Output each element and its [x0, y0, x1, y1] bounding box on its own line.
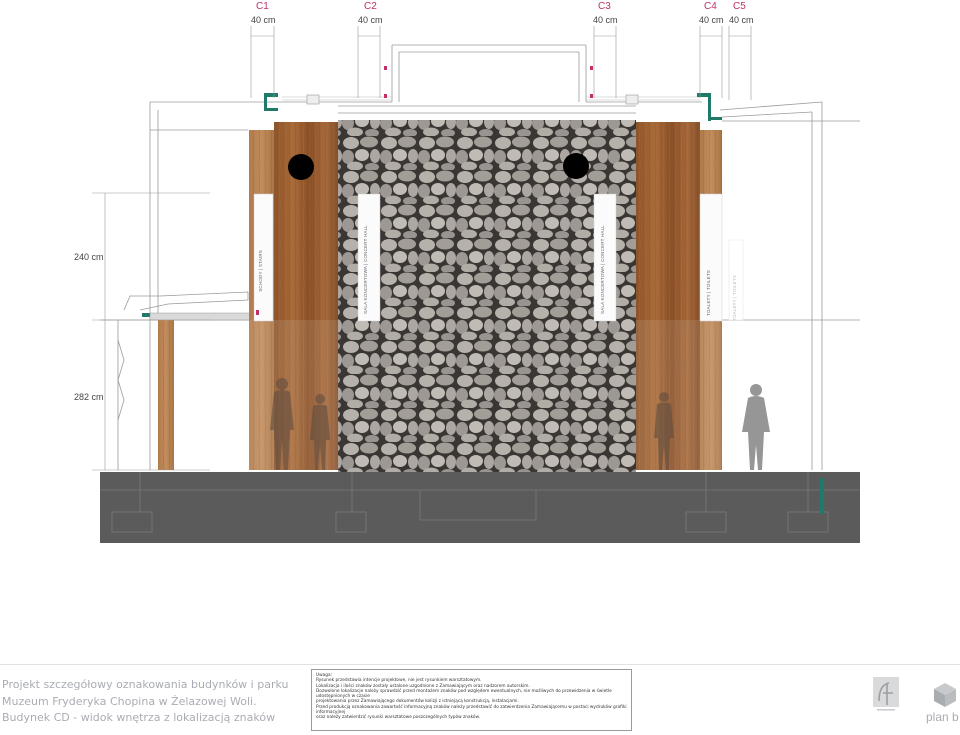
sign-c3	[593, 193, 617, 322]
column-width-c1: 40 cm	[251, 15, 276, 25]
column-label-c4: C4	[704, 1, 717, 12]
round-opening-right	[563, 153, 589, 179]
plan-b-logo-icon	[934, 683, 956, 707]
column-label-c3: C3	[598, 1, 611, 12]
notes-line-5: Przed produkcją oznakowania zawartość in…	[316, 704, 627, 716]
project-title-line-1: Projekt szczegółowy oznakowania budynków…	[2, 678, 289, 691]
column-width-c5: 40 cm	[729, 15, 754, 25]
round-opening-left	[288, 154, 314, 180]
project-title-line-3: Budynek CD - widok wnętrza z lokalizacją…	[2, 711, 276, 724]
roof-box-left	[306, 94, 320, 105]
notes-line-6: oraz należy zatwierdzić rysunki warsztat…	[316, 715, 481, 721]
museum-logo-icon	[873, 677, 899, 711]
column-width-c4: 40 cm	[699, 15, 724, 25]
interior-elevation-drawing	[92, 26, 860, 543]
notes-line-3: Dozwolone lokalizacje należy sprawdzić p…	[316, 688, 612, 700]
column-width-c2: 40 cm	[358, 15, 383, 25]
column-dimension-lines	[250, 26, 752, 100]
roof-box-right	[625, 94, 639, 105]
column-width-c3: 40 cm	[593, 15, 618, 25]
sign-c5-text: TOALETY | TOILETS	[732, 275, 737, 322]
stone-wall	[338, 120, 636, 472]
plan-b-logo-text: plan b	[926, 710, 959, 724]
project-title-line-2: Muzeum Fryderyka Chopina w Żelazowej Wol…	[2, 695, 257, 708]
stair-landing	[149, 312, 251, 321]
sign-c1-text: SCHODY | STAIRS	[258, 250, 263, 292]
sign-c1	[253, 193, 274, 322]
notes-box: Uwaga: Rysunek przedstawia intencje proj…	[311, 669, 632, 731]
sign-c2-text: SALA KONCERTOWA | CONCERT HALL	[363, 225, 368, 314]
sign-c2	[357, 193, 381, 322]
height-dimension-lines	[92, 192, 210, 471]
column-label-c5: C5	[733, 1, 746, 12]
sign-c4-text: TOALETY | TOILETS	[706, 270, 711, 317]
column-label-c2: C2	[364, 1, 377, 12]
sign-c3-text: SALA KONCERTOWA | CONCERT HALL	[600, 225, 605, 314]
sign-c4	[699, 193, 723, 322]
floor-slab	[100, 472, 860, 543]
height-dim-lower: 282 cm	[74, 392, 104, 402]
column-label-c1: C1	[256, 1, 269, 12]
height-dim-upper: 240 cm	[74, 252, 104, 262]
footer-divider	[0, 664, 960, 665]
sign-c1-arrow	[256, 310, 259, 315]
